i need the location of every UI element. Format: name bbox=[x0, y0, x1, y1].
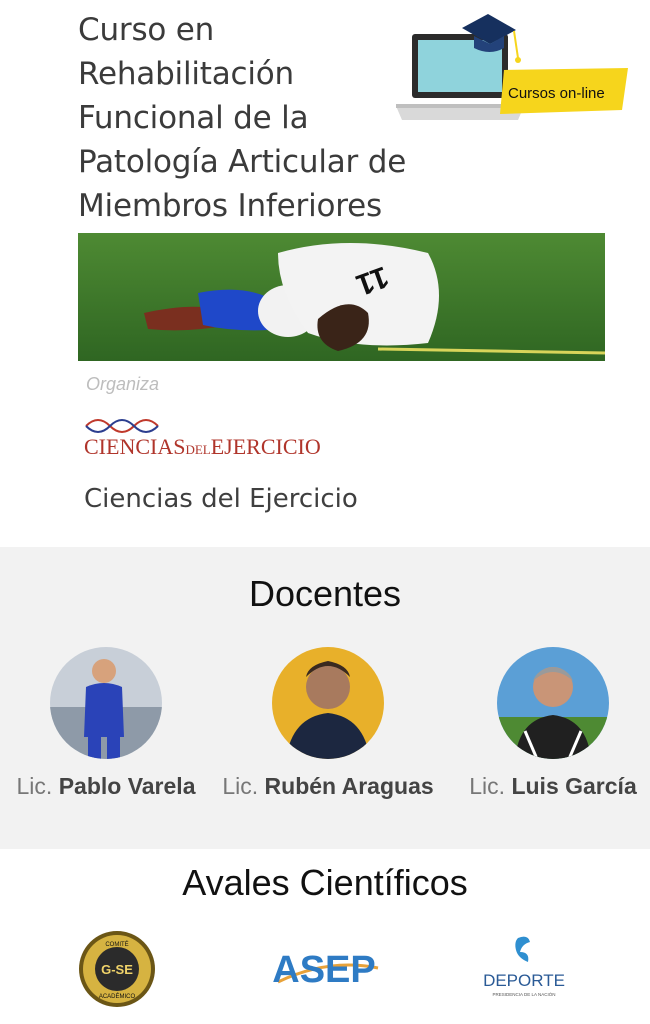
teacher-avatar bbox=[50, 647, 162, 759]
teachers-title: Docentes bbox=[248, 573, 402, 614]
course-page: Curso en Rehabilitación Funcional de la … bbox=[0, 0, 650, 1024]
deporte-logo[interactable]: DEPORTE PRESIDENCIA DE LA NACIÓN bbox=[478, 930, 570, 1004]
course-title-line: Miembros Inferiores bbox=[78, 188, 382, 224]
teacher-avatar bbox=[497, 647, 609, 759]
organizer-logo-text: CIENCIASDELEJERCICIO bbox=[84, 434, 321, 460]
logo-word-ejercicio: EJERCICIO bbox=[210, 434, 321, 459]
online-courses-badge: Cursos on-line bbox=[396, 14, 628, 120]
asep-logo[interactable]: ASEP bbox=[268, 938, 382, 992]
organizer-label: Organiza bbox=[86, 374, 160, 394]
endorsements-title: Avales Científicos bbox=[182, 862, 468, 903]
teacher-avatar bbox=[272, 647, 384, 759]
badge-label: Cursos on-line bbox=[508, 85, 605, 102]
course-title-line: Curso en bbox=[78, 12, 215, 48]
teacher-name: Lic. Luis García bbox=[469, 773, 637, 799]
teachers-section: Docentes Lic. Pablo Varela Lic. Rubén Ar… bbox=[0, 547, 650, 849]
organizer-logo: CIENCIASDELEJERCICIO bbox=[84, 412, 324, 462]
teacher-name: Lic. Pablo Varela bbox=[16, 773, 196, 799]
course-title-line: Patología Articular de bbox=[78, 144, 407, 180]
hero-image: 11 bbox=[78, 233, 605, 361]
deporte-text: DEPORTE bbox=[483, 971, 565, 990]
deporte-subtext: PRESIDENCIA DE LA NACIÓN bbox=[492, 991, 555, 997]
logo-word-ciencias: CIENCIAS bbox=[84, 434, 186, 459]
organizer-name: Ciencias del Ejercicio bbox=[84, 484, 358, 514]
asep-text: ASEP bbox=[272, 949, 375, 991]
logo-word-del: DEL bbox=[185, 442, 211, 457]
teacher-card[interactable]: Lic. Rubén Araguas bbox=[214, 647, 442, 800]
gse-ring-bottom: ACADÉMICO bbox=[99, 993, 136, 1000]
teacher-name: Lic. Rubén Araguas bbox=[222, 773, 434, 799]
gse-logo[interactable]: COMITÉ G-SE ACADÉMICO bbox=[78, 930, 156, 1008]
teacher-card[interactable]: Lic. Luis García bbox=[458, 647, 648, 800]
course-title-line: Rehabilitación bbox=[78, 56, 295, 92]
gse-ring-top: COMITÉ bbox=[105, 941, 128, 948]
teacher-card[interactable]: Lic. Pablo Varela bbox=[6, 647, 206, 800]
course-title-line: Funcional de la bbox=[78, 100, 309, 136]
gse-text: G-SE bbox=[101, 962, 133, 977]
